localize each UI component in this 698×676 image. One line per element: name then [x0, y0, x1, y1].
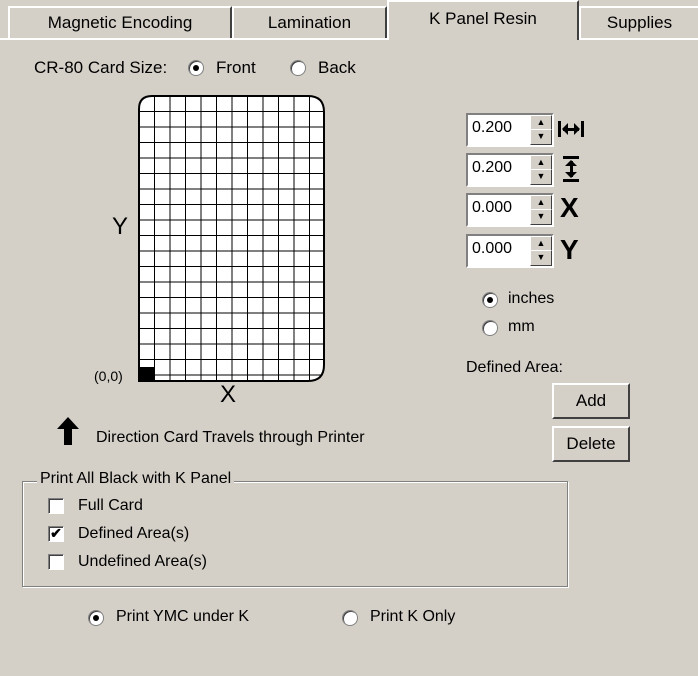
defined-areas-label: Defined Area(s) [78, 525, 190, 542]
y-spinner[interactable]: 0.000 ▲ ▼ [466, 234, 554, 268]
x-axis-label: X [220, 381, 237, 408]
spin-down-icon[interactable]: ▼ [530, 129, 552, 145]
spin-down-icon[interactable]: ▼ [530, 209, 552, 225]
origin-label: (0,0) [94, 368, 123, 384]
defined-area-label: Defined Area: [466, 359, 563, 376]
direction-text: Direction Card Travels through Printer [96, 429, 365, 446]
delete-button[interactable]: Delete [552, 426, 630, 462]
inches-label: inches [508, 290, 555, 307]
spin-down-icon[interactable]: ▼ [530, 250, 552, 266]
full-card-checkbox[interactable] [48, 498, 64, 514]
tab-label: Supplies [606, 13, 673, 32]
x-value: 0.000 [472, 199, 513, 216]
height-arrows-icon [563, 156, 579, 182]
width-spinner[interactable]: 0.200 ▲ ▼ [466, 113, 554, 147]
up-arrow-icon [57, 417, 79, 445]
undefined-areas-checkbox[interactable] [48, 554, 64, 570]
tab-lamination[interactable]: Lamination [232, 6, 387, 38]
tab-strip-line [0, 38, 698, 40]
tab-supplies[interactable]: Supplies [579, 6, 698, 38]
tab-label: K Panel Resin [429, 9, 537, 28]
origin-marker [140, 367, 154, 381]
y-axis-label: Y [112, 213, 129, 240]
tab-magnetic-encoding[interactable]: Magnetic Encoding [8, 6, 232, 38]
card-size-label: CR-80 Card Size: [34, 58, 168, 77]
print-black-title: Print All Black with K Panel [37, 470, 235, 488]
undefined-areas-label: Undefined Area(s) [78, 553, 207, 570]
front-radio[interactable] [188, 60, 204, 76]
back-radio[interactable] [290, 60, 306, 76]
spin-down-icon[interactable]: ▼ [530, 169, 552, 185]
back-label: Back [318, 58, 356, 77]
height-spinner[interactable]: 0.200 ▲ ▼ [466, 153, 554, 187]
width-arrows-icon [558, 121, 584, 137]
tab-label: Magnetic Encoding [47, 13, 193, 32]
print-k-only-label: Print K Only [370, 608, 456, 625]
width-value: 0.200 [472, 119, 513, 136]
tab-label: Lamination [267, 13, 352, 32]
mm-radio[interactable] [482, 320, 498, 336]
full-card-label: Full Card [78, 497, 143, 514]
print-ymc-label: Print YMC under K [116, 608, 250, 625]
front-label: Front [216, 58, 256, 77]
inches-radio[interactable] [482, 292, 498, 308]
defined-areas-checkbox[interactable]: ✔ [48, 526, 64, 542]
x-spinner[interactable]: 0.000 ▲ ▼ [466, 193, 554, 227]
mm-label: mm [508, 318, 535, 335]
y-value: 0.000 [472, 240, 513, 257]
height-value: 0.200 [472, 159, 513, 176]
card-grid[interactable] [138, 95, 326, 383]
add-button[interactable]: Add [552, 383, 630, 419]
x-icon: X [560, 192, 579, 223]
y-icon: Y [560, 234, 579, 265]
print-ymc-radio[interactable] [88, 610, 104, 626]
tab-k-panel-resin[interactable]: K Panel Resin [387, 0, 579, 40]
print-k-only-radio[interactable] [342, 610, 358, 626]
